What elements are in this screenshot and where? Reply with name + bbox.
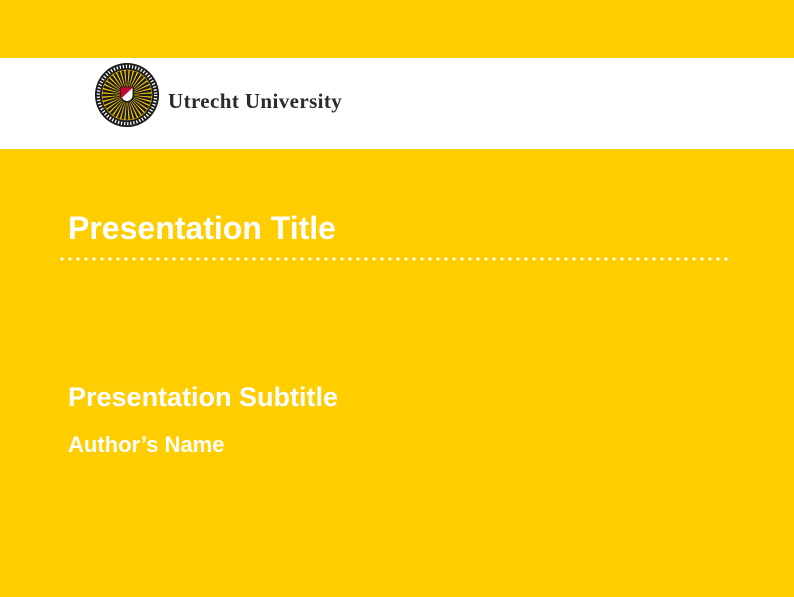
author-name: Author’s Name	[68, 434, 224, 456]
title-separator-dots	[60, 257, 730, 261]
title-slide: Utrecht University Presentation Title Pr…	[0, 0, 794, 597]
utrecht-university-seal-icon	[94, 62, 160, 128]
logo-band: Utrecht University	[0, 58, 794, 149]
presentation-subtitle: Presentation Subtitle	[68, 384, 338, 411]
university-wordmark: Utrecht University	[168, 91, 342, 112]
presentation-title: Presentation Title	[68, 212, 336, 244]
